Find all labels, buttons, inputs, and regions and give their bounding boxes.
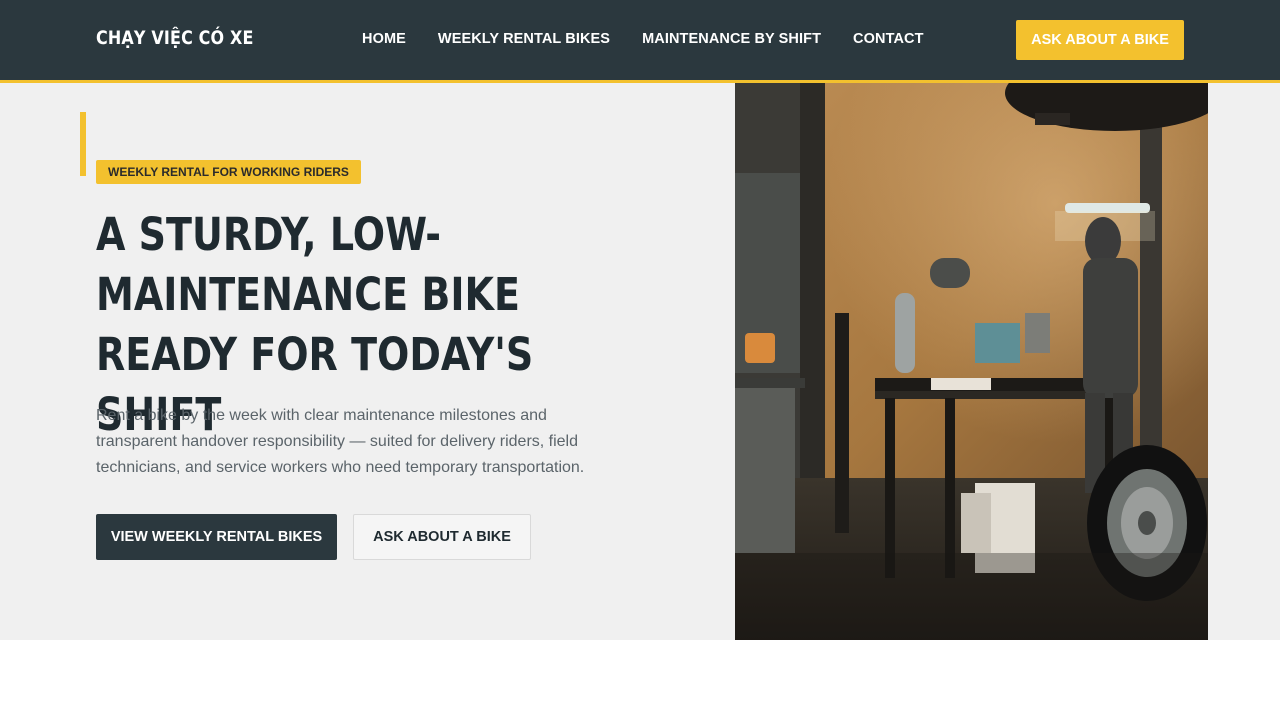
- hero-section: WEEKLY RENTAL FOR WORKING RIDERS A STURD…: [0, 83, 1280, 640]
- workshop-photo: [735, 83, 1208, 640]
- accent-bar: [80, 112, 86, 176]
- brand-logo[interactable]: CHẠY VIỆC CÓ XE: [96, 27, 254, 49]
- nav-item-contact[interactable]: CONTACT: [853, 31, 924, 47]
- ask-about-bike-button[interactable]: ASK ABOUT A BIKE: [353, 514, 531, 560]
- nav-item-home[interactable]: HOME: [362, 31, 406, 47]
- eyebrow-badge: WEEKLY RENTAL FOR WORKING RIDERS: [96, 160, 361, 184]
- ask-about-bike-header-button[interactable]: ASK ABOUT A BIKE: [1016, 20, 1184, 60]
- hero-lead-text: Rent a bike by the week with clear maint…: [96, 407, 585, 476]
- workshop-illustration: [735, 83, 1208, 640]
- nav-item-maintenance-by-shift[interactable]: MAINTENANCE BY SHIFT: [642, 31, 821, 47]
- view-weekly-rental-bikes-button[interactable]: VIEW WEEKLY RENTAL BIKES: [96, 514, 337, 560]
- main-nav: HOME WEEKLY RENTAL BIKES MAINTENANCE BY …: [362, 31, 924, 47]
- nav-item-weekly-rental-bikes[interactable]: WEEKLY RENTAL BIKES: [438, 31, 610, 47]
- site-header: CHẠY VIỆC CÓ XE HOME WEEKLY RENTAL BIKES…: [0, 0, 1280, 83]
